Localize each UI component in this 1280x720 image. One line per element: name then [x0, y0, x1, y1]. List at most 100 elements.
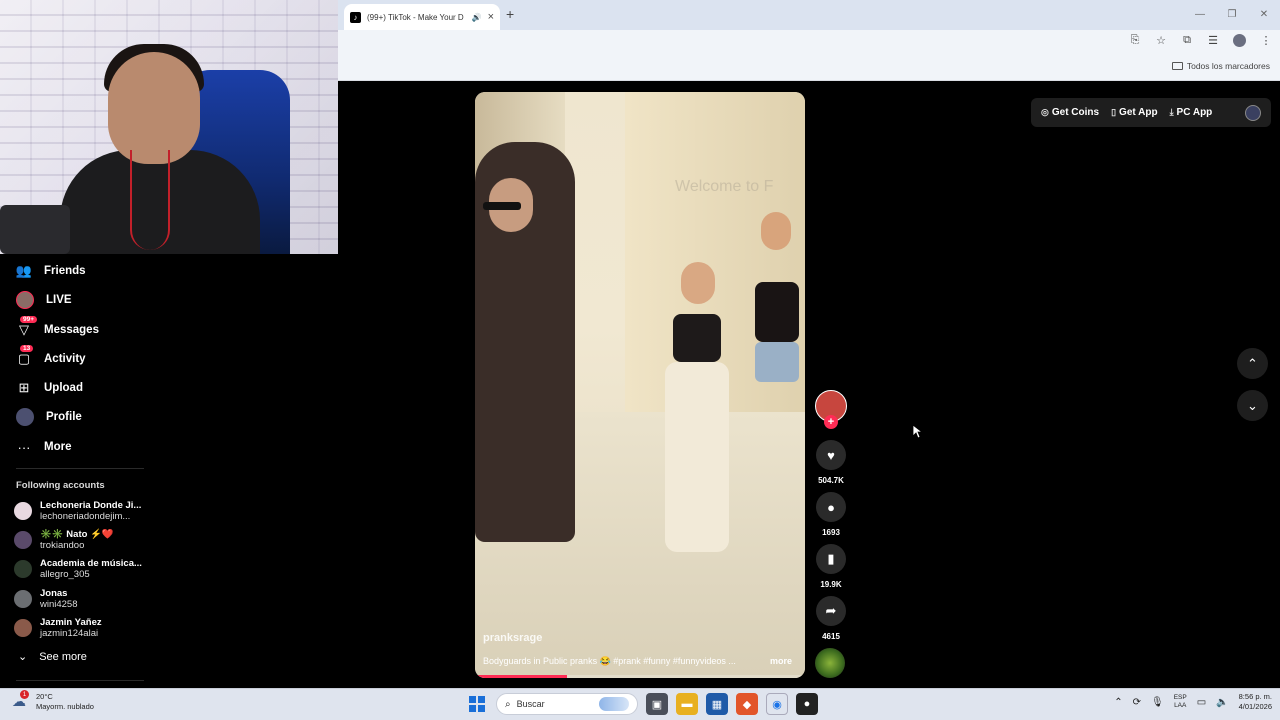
see-more-button[interactable]: ⌄ See more — [18, 650, 87, 664]
get-coins-button[interactable]: ◎ Get Coins — [1041, 107, 1099, 118]
browser-menu-icon[interactable]: ⋮ — [1260, 34, 1272, 47]
store-icon[interactable]: ▦ — [706, 693, 728, 715]
restore-icon[interactable]: ❐ — [1216, 0, 1248, 28]
notification-badge: 1 — [20, 690, 29, 699]
video-person — [655, 262, 735, 562]
comment-button[interactable]: ● — [816, 492, 846, 522]
more-icon: ··· — [17, 439, 31, 455]
upload-icon: ⊞ — [18, 380, 30, 395]
following-account[interactable]: ✳️✳️ Nato ⚡️❤️ trokiandoo — [14, 529, 114, 551]
taskbar-search[interactable]: ⌕ Buscar — [496, 693, 638, 715]
share-button[interactable]: ➦ — [816, 596, 846, 626]
activity-icon: ▢ 13 — [16, 345, 34, 367]
chevron-up-icon[interactable]: ⌃ — [1114, 697, 1122, 708]
music-disc-icon[interactable] — [815, 648, 845, 678]
get-app-button[interactable]: ▯ Get App — [1111, 107, 1157, 118]
like-count: 504.7K — [818, 476, 844, 485]
video-player[interactable]: Welcome to F pranksrage Bodyguards in Pu… — [475, 92, 805, 678]
save-button[interactable]: ▮ — [816, 544, 846, 574]
bookmark-star-icon[interactable]: ☆ — [1155, 34, 1167, 47]
weather-widget[interactable]: ☁ 1 20°C Mayorm. nublado — [12, 690, 94, 712]
video-caption: Bodyguards in Public pranks 😂 #prank #fu… — [483, 656, 736, 666]
language-indicator[interactable]: ESP LAA — [1174, 694, 1187, 710]
sync-icon[interactable]: ⟳ — [1133, 697, 1141, 708]
minimize-icon[interactable]: — — [1184, 0, 1216, 28]
temperature: 20°C — [36, 692, 53, 701]
video-person — [475, 142, 575, 542]
sidebar-item-upload[interactable]: ⊞ Upload — [16, 378, 83, 398]
video-progress-bar[interactable] — [475, 675, 805, 678]
video-person — [755, 212, 805, 512]
tab-title: (99+) TikTok - Make Your D — [367, 12, 464, 22]
previous-video-button[interactable]: ⌃ — [1237, 348, 1268, 379]
all-bookmarks-folder[interactable]: Todos los marcadores — [1171, 61, 1270, 71]
comment-icon: ● — [827, 499, 835, 515]
close-tab-icon[interactable]: × — [488, 11, 494, 23]
volume-icon[interactable]: 🔈 — [1216, 697, 1228, 708]
search-placeholder: Buscar — [516, 699, 545, 709]
following-account[interactable]: Lechoneria Donde Ji... lechoneriadondeji… — [14, 500, 141, 522]
account-avatar — [14, 619, 32, 637]
chevron-down-icon: ⌄ — [18, 651, 28, 663]
sidebar-item-activity[interactable]: ▢ 13 Activity — [16, 345, 86, 369]
heart-icon: ♥ — [827, 447, 835, 463]
browser-toolbar: ⎘ ☆ ⧉ ☰ ⋮ — [338, 30, 1280, 54]
window-controls: — ❐ ✕ — [1184, 0, 1280, 28]
messages-badge: 99+ — [20, 316, 38, 323]
save-count: 19.9K — [820, 580, 842, 589]
tab-tiktok[interactable]: ♪ (99+) TikTok - Make Your D 🔊 × — [344, 4, 500, 30]
following-account[interactable]: Jazmin Yañez jazmin124alai — [14, 617, 102, 639]
user-avatar[interactable] — [1245, 104, 1261, 121]
friends-icon: 👥 — [15, 263, 33, 278]
install-app-icon[interactable]: ⎘ — [1129, 34, 1141, 47]
download-icon: ⤓ — [1169, 107, 1174, 117]
sidebar-item-profile[interactable]: Profile — [16, 407, 82, 427]
chrome-icon[interactable]: ◉ — [766, 693, 788, 715]
phone-icon: ▯ — [1111, 107, 1117, 117]
clock[interactable]: 8:56 p. m. 4/01/2026 — [1239, 692, 1272, 712]
following-account[interactable]: Academia de música... allegro_305 — [14, 558, 142, 580]
share-count: 4615 — [822, 632, 840, 641]
caption-more-link[interactable]: more — [770, 656, 792, 666]
following-account[interactable]: Jonas wini4258 — [14, 588, 78, 610]
weather-condition: Mayorm. nublado — [36, 702, 94, 711]
brave-browser-icon[interactable]: ◆ — [736, 693, 758, 715]
coin-icon: ◎ — [1041, 107, 1049, 117]
account-avatar — [14, 531, 32, 549]
display-icon[interactable]: ▭ — [1197, 697, 1206, 708]
video-progress-fill — [475, 675, 568, 678]
comment-count: 1693 — [822, 528, 840, 537]
account-avatar — [14, 590, 32, 608]
like-button[interactable]: ♥ — [816, 440, 846, 470]
app-icon[interactable]: ● — [796, 693, 818, 715]
media-control-icon[interactable]: ☰ — [1207, 34, 1219, 47]
taskbar-apps: ⌕ Buscar ▣ ▬ ▦ ◆ ◉ ● — [466, 693, 818, 715]
tiktok-favicon-icon: ♪ — [350, 11, 361, 23]
close-window-icon[interactable]: ✕ — [1248, 0, 1280, 28]
profile-avatar — [16, 408, 34, 426]
follow-plus-icon[interactable]: + — [824, 415, 838, 429]
bookmark-icon: ▮ — [827, 551, 835, 566]
browser-window: ♪ (99+) TikTok - Make Your D 🔊 × + — ❐ ✕… — [338, 0, 1280, 81]
pc-app-button[interactable]: ⤓ PC App — [1170, 107, 1213, 118]
microphone-icon[interactable]: 🎙 — [1151, 697, 1164, 708]
following-accounts-title: Following accounts — [16, 480, 105, 491]
sidebar-item-more[interactable]: ··· More — [16, 437, 72, 457]
new-tab-icon[interactable]: + — [506, 6, 514, 22]
account-avatar — [14, 560, 32, 578]
browser-profile-avatar[interactable] — [1233, 34, 1246, 47]
file-explorer-icon[interactable]: ▬ — [676, 693, 698, 715]
task-view-icon[interactable]: ▣ — [646, 693, 668, 715]
bookmarks-bar: Todos los marcadores — [338, 54, 1280, 81]
search-highlight-icon — [599, 697, 629, 711]
audio-playing-icon[interactable]: 🔊 — [472, 13, 482, 22]
extensions-icon[interactable]: ⧉ — [1181, 34, 1193, 47]
next-video-button[interactable]: ⌄ — [1237, 390, 1268, 421]
start-button[interactable] — [466, 693, 488, 715]
sidebar-divider — [16, 680, 144, 681]
sidebar-item-friends[interactable]: 👥 Friends — [16, 261, 86, 281]
video-author[interactable]: pranksrage — [483, 632, 542, 644]
sidebar-item-live[interactable]: LIVE — [16, 290, 72, 310]
sidebar-item-messages[interactable]: ▽ 99+ Messages — [16, 316, 99, 340]
see-more-label: See more — [39, 650, 87, 663]
